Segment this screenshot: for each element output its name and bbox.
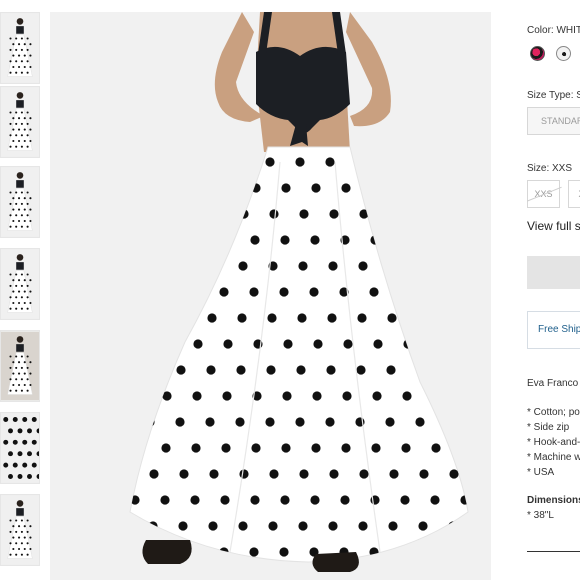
detail-item: * Hook-and-eye: [527, 437, 580, 448]
size-guide-link[interactable]: View full size guide: [527, 219, 580, 233]
thumbnail-2[interactable]: [0, 86, 40, 158]
model-illustration: [129, 12, 469, 572]
color-label: Color: WHITE: [527, 25, 580, 36]
right-sandal: [312, 552, 359, 572]
product-detail-panel: Color: WHITE Size Type: Standard STANDAR…: [527, 0, 580, 580]
thumbnail-3[interactable]: [0, 166, 40, 238]
size-type-standard-button[interactable]: STANDARD: [527, 107, 580, 135]
detail-item: * Machine wash: [527, 452, 580, 463]
thumbnail-6[interactable]: [0, 412, 40, 484]
polka-dot-skirt: [129, 146, 469, 563]
swatch-pink-black[interactable]: [530, 46, 545, 61]
size-type-label: Size Type: Standard: [527, 90, 580, 101]
dimensions-heading: Dimensions: [527, 495, 580, 506]
left-sandal: [142, 540, 192, 564]
size-label: Size: XXS: [527, 163, 573, 174]
detail-item: * Side zip: [527, 422, 570, 433]
main-product-image: [50, 12, 491, 580]
detail-item: * Cotton; polyester: [527, 407, 580, 418]
thumbnail-1[interactable]: [0, 12, 40, 84]
size-type-option: STANDARD: [541, 116, 580, 126]
swatch-white-polka[interactable]: [556, 46, 571, 61]
dimension-item: * 38"L: [527, 510, 554, 521]
add-to-bag-button[interactable]: [527, 256, 580, 289]
thumbnail-4[interactable]: [0, 248, 40, 320]
detail-item: * USA: [527, 467, 555, 478]
right-arm: [346, 12, 391, 127]
shipping-banner: Free Shipping: [527, 311, 580, 349]
thumbnail-7[interactable]: [0, 494, 40, 566]
divider: [527, 551, 580, 552]
size-option-xxs[interactable]: XXS: [527, 180, 562, 208]
brand-line: Eva Franco: [527, 378, 579, 389]
shipping-text: Free Shipping: [538, 324, 580, 335]
thumbnail-5[interactable]: [0, 330, 40, 402]
size-option-xs[interactable]: XS: [568, 180, 580, 208]
